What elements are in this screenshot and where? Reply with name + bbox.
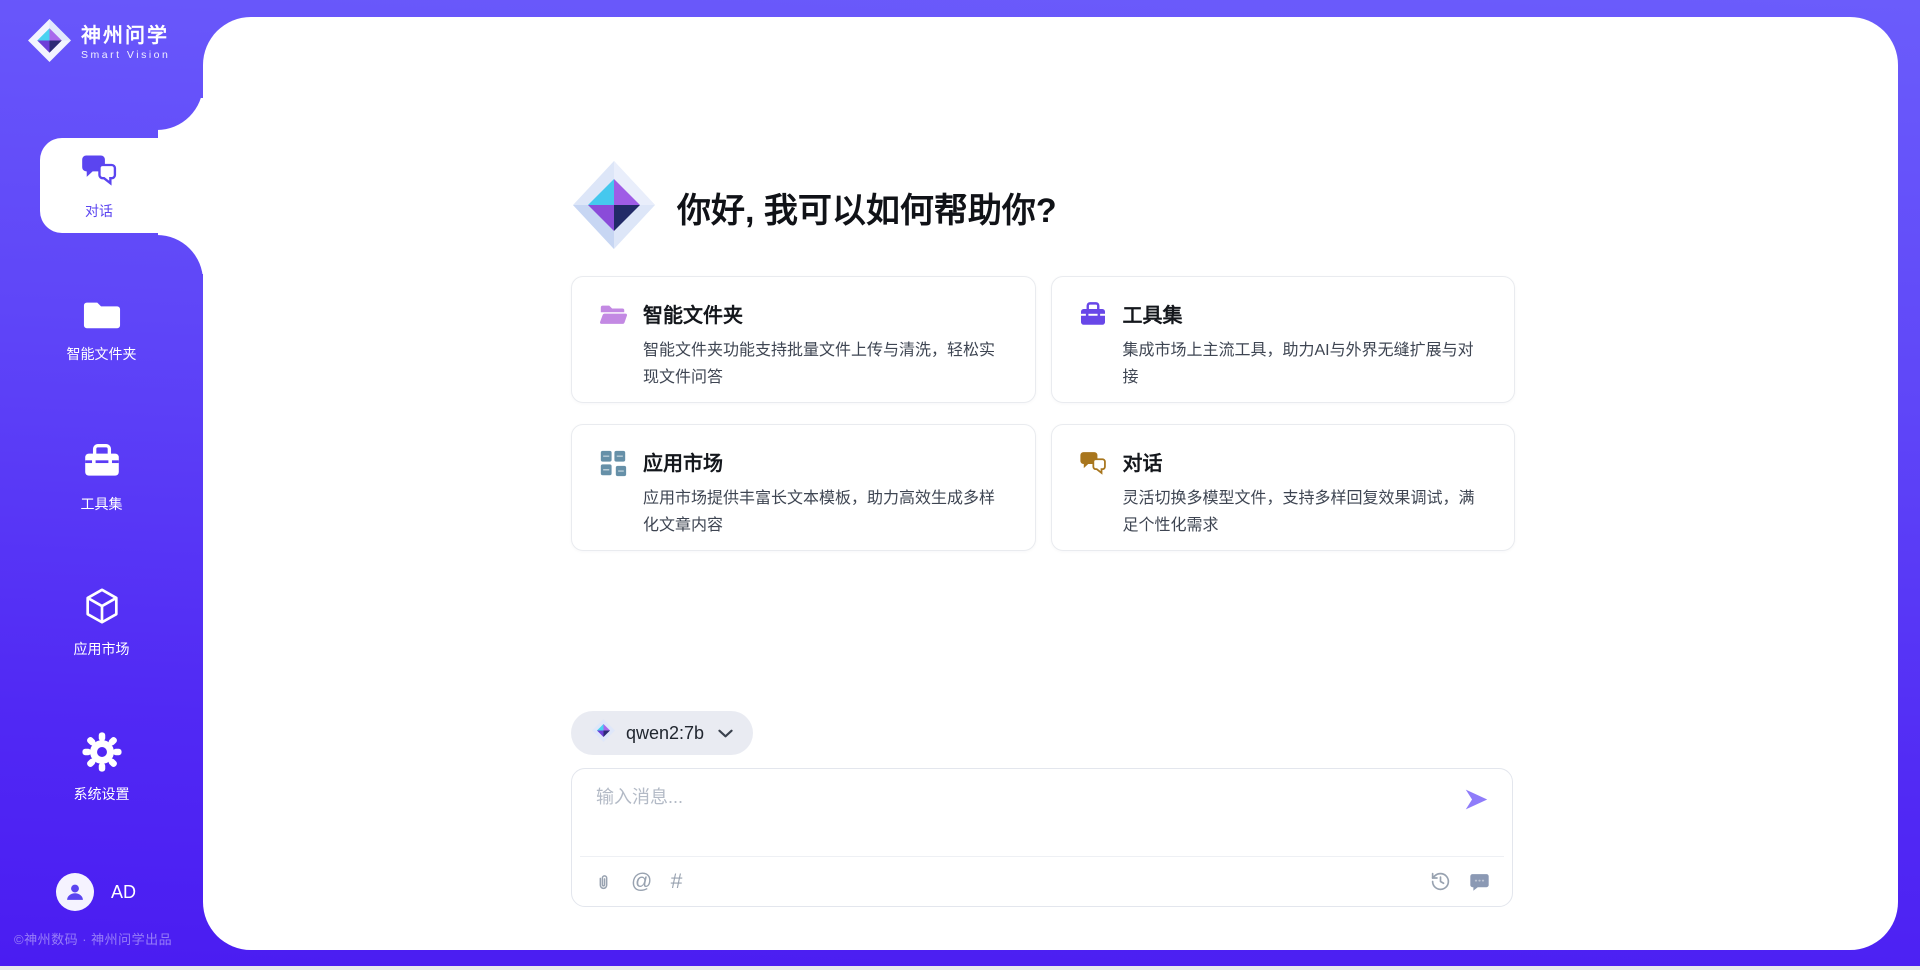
brand: 神州问学 Smart Vision: [26, 17, 170, 69]
briefcase-icon: [1078, 300, 1108, 330]
card-description: 灵活切换多模型文件，支持多样回复效果调试，满足个性化需求: [1123, 485, 1489, 539]
send-button[interactable]: [1462, 787, 1490, 813]
card-toolset[interactable]: 工具集 集成市场上主流工具，助力AI与外界无缝扩展与对接: [1051, 276, 1516, 403]
sidebar-item-chat[interactable]: 对话: [40, 138, 203, 233]
sidebar-item-label: 智能文件夹: [67, 344, 137, 364]
card-title: 工具集: [1123, 299, 1489, 328]
chat-filled-icon[interactable]: [1469, 871, 1490, 892]
diamond-logo-icon: [591, 718, 616, 748]
brand-subtitle: Smart Vision: [81, 49, 170, 61]
sidebar-item-label: 系统设置: [74, 784, 130, 804]
composer-toolbar: @ #: [572, 857, 1512, 906]
card-smart-folder[interactable]: 智能文件夹 智能文件夹功能支持批量文件上传与清洗，轻松实现文件问答: [571, 276, 1036, 403]
model-selector[interactable]: qwen2:7b: [571, 711, 753, 755]
card-description: 集成市场上主流工具，助力AI与外界无缝扩展与对接: [1123, 337, 1489, 391]
feature-cards: 智能文件夹 智能文件夹功能支持批量文件上传与清洗，轻松实现文件问答: [571, 276, 1515, 551]
sidebar-item-settings[interactable]: 系统设置: [0, 731, 203, 804]
user-account[interactable]: AD: [56, 873, 136, 911]
user-initials: AD: [111, 882, 136, 903]
card-description: 应用市场提供丰富长文本模板，助力高效生成多样化文章内容: [643, 485, 1009, 539]
message-composer: @ #: [571, 768, 1513, 907]
brand-name: 神州问学: [81, 25, 170, 47]
message-input[interactable]: [596, 783, 1446, 845]
card-title: 智能文件夹: [643, 299, 1009, 328]
card-description: 智能文件夹功能支持批量文件上传与清洗，轻松实现文件问答: [643, 337, 1009, 391]
sidebar-item-app-market[interactable]: 应用市场: [0, 586, 203, 659]
avatar: [56, 873, 94, 911]
hash-icon[interactable]: #: [670, 871, 682, 892]
card-app-market[interactable]: 应用市场 应用市场提供丰富长文本模板，助力高效生成多样化文章内容: [571, 424, 1036, 551]
folder-open-icon: [598, 300, 628, 330]
copyright-note: ©神州数码 · 神州问学出品: [14, 929, 172, 948]
app-window: 你好, 我可以如何帮助你? 智能文件夹 智能文件夹功能支持批量文件上传与清洗，轻…: [0, 0, 1920, 970]
at-icon[interactable]: @: [631, 871, 652, 892]
sidebar-item-toolset[interactable]: 工具集: [0, 441, 203, 514]
model-name: qwen2:7b: [626, 723, 704, 744]
card-title: 应用市场: [643, 447, 1009, 476]
sidebar-lower-block: 智能文件夹 工具: [0, 235, 203, 970]
diamond-logo-icon: [571, 159, 657, 256]
chat-bubbles-icon: [1078, 448, 1108, 478]
brand-text: 神州问学 Smart Vision: [81, 25, 170, 61]
chat-bubbles-icon: [79, 150, 119, 195]
grid-icon: [598, 448, 628, 478]
chevron-down-icon: [718, 729, 733, 738]
main-panel: 你好, 我可以如何帮助你? 智能文件夹 智能文件夹功能支持批量文件上传与清洗，轻…: [203, 17, 1898, 950]
card-chat[interactable]: 对话 灵活切换多模型文件，支持多样回复效果调试，满足个性化需求: [1051, 424, 1516, 551]
card-body: 智能文件夹 智能文件夹功能支持批量文件上传与清洗，轻松实现文件问答: [643, 299, 1009, 380]
folder-icon: [81, 295, 123, 336]
card-body: 工具集 集成市场上主流工具，助力AI与外界无缝扩展与对接: [1123, 299, 1489, 380]
diamond-logo-icon: [26, 17, 73, 69]
cube-icon: [81, 586, 123, 631]
sidebar: 对话 神州问学 Smart Vision: [0, 0, 203, 970]
history-icon[interactable]: [1430, 871, 1451, 892]
briefcase-icon: [81, 441, 123, 486]
paperclip-icon[interactable]: [594, 871, 613, 893]
sidebar-item-smart-folder[interactable]: 智能文件夹: [0, 295, 203, 364]
gear-icon: [81, 731, 123, 776]
sidebar-item-label: 工具集: [81, 494, 123, 514]
card-body: 对话 灵活切换多模型文件，支持多样回复效果调试，满足个性化需求: [1123, 447, 1489, 528]
sidebar-item-label: 应用市场: [74, 639, 130, 659]
window-bottom-edge: [0, 966, 1920, 970]
card-body: 应用市场 应用市场提供丰富长文本模板，助力高效生成多样化文章内容: [643, 447, 1009, 528]
card-title: 对话: [1123, 447, 1489, 476]
sidebar-item-label: 对话: [85, 201, 113, 221]
page-greeting: 你好, 我可以如何帮助你?: [677, 183, 1057, 232]
hero: 你好, 我可以如何帮助你?: [571, 159, 1057, 256]
sidebar-upper-block: 神州问学 Smart Vision: [0, 0, 203, 130]
